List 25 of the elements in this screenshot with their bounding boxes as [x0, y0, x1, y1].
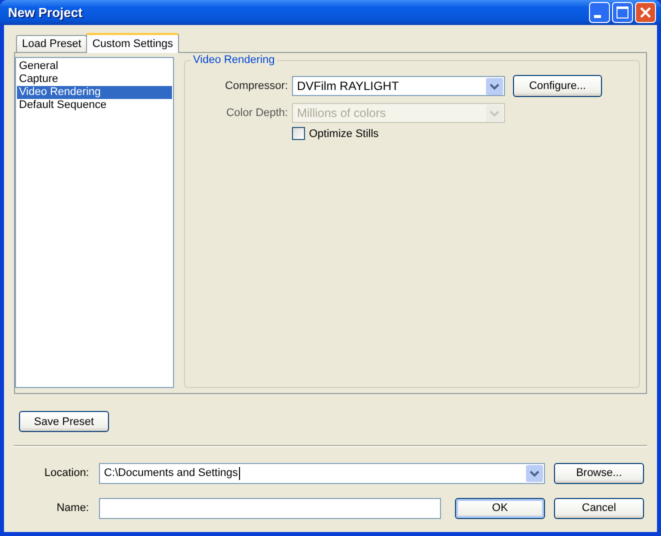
- maximize-icon[interactable]: [612, 2, 633, 23]
- cancel-button[interactable]: Cancel: [554, 498, 644, 518]
- list-item[interactable]: Default Sequence: [17, 99, 172, 112]
- dropdown[interactable]: DVFilm RAYLIGHT: [292, 76, 505, 96]
- tab[interactable]: Custom Settings: [86, 33, 180, 53]
- window-title: New Project: [8, 5, 84, 20]
- minimize-icon[interactable]: [589, 2, 610, 23]
- name-label: Name:: [56, 502, 90, 514]
- location-dropdown[interactable]: C:\Documents and Settings: [99, 462, 545, 484]
- group-title: Video Rendering: [191, 54, 277, 66]
- checkbox[interactable]: [292, 127, 305, 140]
- field-label: Compressor:: [224, 80, 289, 92]
- close-icon[interactable]: [635, 2, 656, 23]
- browse-button[interactable]: Browse...: [554, 462, 644, 484]
- list-item[interactable]: Video Rendering: [17, 86, 172, 99]
- save-preset-button[interactable]: Save Preset: [19, 411, 109, 432]
- field-label: Color Depth:: [225, 107, 289, 119]
- name-field[interactable]: [99, 498, 441, 518]
- list-item[interactable]: General: [17, 60, 172, 73]
- checkbox-label: Optimize Stills: [309, 128, 379, 140]
- ok-button[interactable]: OK: [455, 498, 545, 518]
- configure-button[interactable]: Configure...: [513, 75, 602, 97]
- list-item[interactable]: Capture: [17, 73, 172, 86]
- location-label: Location:: [43, 467, 90, 479]
- tab[interactable]: Load Preset: [16, 35, 88, 52]
